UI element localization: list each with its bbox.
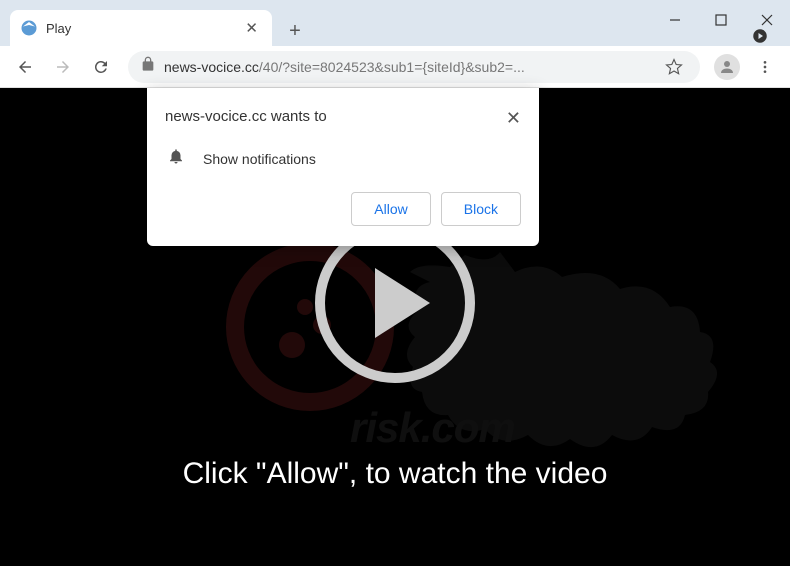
url-path: /40/?site=8024523&sub1={siteId}&sub2=... — [259, 59, 525, 75]
tab-title: Play — [46, 21, 233, 36]
lock-icon — [140, 56, 156, 77]
popup-title: news-vocice.cc wants to — [165, 108, 327, 125]
notification-permission-popup: news-vocice.cc wants to ✕ Show notificat… — [147, 88, 539, 246]
browser-toolbar: news-vocice.cc/40/?site=8024523&sub1={si… — [0, 46, 790, 88]
new-tab-button[interactable]: + — [280, 16, 310, 46]
address-bar[interactable]: news-vocice.cc/40/?site=8024523&sub1={si… — [128, 51, 700, 83]
popup-body-text: Show notifications — [203, 151, 316, 167]
window-close-button[interactable] — [744, 0, 790, 40]
instruction-text: Click "Allow", to watch the video — [0, 457, 790, 491]
reload-button[interactable] — [84, 50, 118, 84]
tab-favicon — [20, 19, 38, 37]
url-domain: news-vocice.cc — [164, 59, 259, 75]
profile-avatar-icon[interactable] — [714, 54, 740, 80]
popup-close-button[interactable]: ✕ — [506, 108, 521, 129]
watermark-text: risk.com — [350, 404, 515, 452]
play-icon — [375, 268, 430, 338]
forward-button[interactable] — [46, 50, 80, 84]
bell-icon — [167, 147, 185, 170]
tab-close-button[interactable]: ✕ — [241, 15, 262, 41]
browser-tab[interactable]: Play ✕ — [10, 10, 272, 46]
allow-button[interactable]: Allow — [351, 192, 430, 226]
maximize-button[interactable] — [698, 0, 744, 40]
menu-button[interactable] — [748, 50, 782, 84]
bookmark-star-icon[interactable] — [660, 53, 688, 81]
minimize-button[interactable] — [652, 0, 698, 40]
back-button[interactable] — [8, 50, 42, 84]
play-button[interactable] — [315, 223, 475, 383]
window-controls — [652, 0, 790, 30]
block-button[interactable]: Block — [441, 192, 521, 226]
